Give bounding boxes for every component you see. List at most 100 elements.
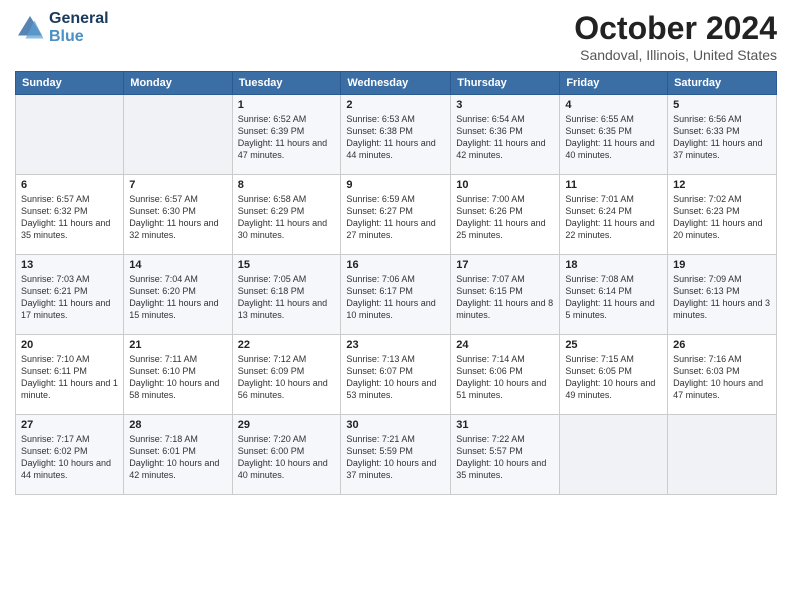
calendar-cell: 3 Sunrise: 6:54 AMSunset: 6:36 PMDaylight…: [451, 95, 560, 175]
calendar-week-row: 27Sunrise: 7:17 AMSunset: 6:02 PMDayligh…: [16, 415, 777, 495]
day-number: 23: [346, 339, 445, 351]
day-number: 21: [129, 339, 226, 351]
day-info: Sunrise: 7:12 AMSunset: 6:09 PMDaylight:…: [238, 353, 336, 402]
logo-icon: [15, 13, 45, 43]
day-info: Sunrise: 6:56 AMSunset: 6:33 PMDaylight:…: [673, 113, 771, 162]
day-info: Sunrise: 7:13 AMSunset: 6:07 PMDaylight:…: [346, 353, 445, 402]
calendar-cell: 6Sunrise: 6:57 AMSunset: 6:32 PMDaylight…: [16, 175, 124, 255]
day-info: Sunrise: 6:57 AMSunset: 6:32 PMDaylight:…: [21, 193, 118, 242]
day-number: 17: [456, 259, 554, 271]
calendar-cell: 5 Sunrise: 6:56 AMSunset: 6:33 PMDaylight…: [668, 95, 777, 175]
col-wednesday: Wednesday: [341, 72, 451, 95]
calendar-week-row: 6Sunrise: 6:57 AMSunset: 6:32 PMDaylight…: [16, 175, 777, 255]
day-info: Sunrise: 7:07 AMSunset: 6:15 PMDaylight:…: [456, 273, 554, 322]
calendar-cell: 8Sunrise: 6:58 AMSunset: 6:29 PMDaylight…: [232, 175, 341, 255]
calendar-cell: [124, 95, 232, 175]
day-number: 20: [21, 339, 118, 351]
calendar-cell: 31 Sunrise: 7:22 AMSunset: 5:57 PMDayligh…: [451, 415, 560, 495]
day-info: Sunrise: 7:01 AMSunset: 6:24 PMDaylight:…: [565, 193, 662, 242]
col-sunday: Sunday: [16, 72, 124, 95]
calendar-cell: 1 Sunrise: 6:52 AMSunset: 6:39 PMDaylight…: [232, 95, 341, 175]
col-thursday: Thursday: [451, 72, 560, 95]
calendar-cell: 22 Sunrise: 7:12 AMSunset: 6:09 PMDayligh…: [232, 335, 341, 415]
day-info: Sunrise: 7:05 AMSunset: 6:18 PMDaylight:…: [238, 273, 336, 322]
calendar-table: Sunday Monday Tuesday Wednesday Thursday…: [15, 71, 777, 495]
day-info: Sunrise: 6:55 AMSunset: 6:35 PMDaylight:…: [565, 113, 662, 162]
day-number: 3: [456, 99, 554, 111]
day-number: 13: [21, 259, 118, 271]
calendar-cell: 15 Sunrise: 7:05 AMSunset: 6:18 PMDayligh…: [232, 255, 341, 335]
calendar-cell: 4Sunrise: 6:55 AMSunset: 6:35 PMDaylight…: [560, 95, 668, 175]
day-number: 22: [238, 339, 336, 351]
day-info: Sunrise: 7:21 AMSunset: 5:59 PMDaylight:…: [346, 433, 445, 482]
day-info: Sunrise: 7:08 AMSunset: 6:14 PMDaylight:…: [565, 273, 662, 322]
calendar-cell: 26 Sunrise: 7:16 AMSunset: 6:03 PMDayligh…: [668, 335, 777, 415]
day-number: 2: [346, 99, 445, 111]
day-number: 24: [456, 339, 554, 351]
col-saturday: Saturday: [668, 72, 777, 95]
day-number: 5: [673, 99, 771, 111]
calendar-cell: 17 Sunrise: 7:07 AMSunset: 6:15 PMDayligh…: [451, 255, 560, 335]
day-number: 26: [673, 339, 771, 351]
calendar-cell: 20 Sunrise: 7:10 AMSunset: 6:11 PMDayligh…: [16, 335, 124, 415]
calendar-cell: 28Sunrise: 7:18 AMSunset: 6:01 PMDayligh…: [124, 415, 232, 495]
day-number: 18: [565, 259, 662, 271]
calendar-week-row: 13 Sunrise: 7:03 AMSunset: 6:21 PMDayligh…: [16, 255, 777, 335]
header: General Blue October 2024 Sandoval, Illi…: [15, 10, 777, 63]
day-info: Sunrise: 7:03 AMSunset: 6:21 PMDaylight:…: [21, 273, 118, 322]
calendar-cell: 11 Sunrise: 7:01 AMSunset: 6:24 PMDayligh…: [560, 175, 668, 255]
calendar-cell: 7 Sunrise: 6:57 AMSunset: 6:30 PMDaylight…: [124, 175, 232, 255]
day-info: Sunrise: 7:11 AMSunset: 6:10 PMDaylight:…: [129, 353, 226, 402]
day-info: Sunrise: 7:17 AMSunset: 6:02 PMDaylight:…: [21, 433, 118, 482]
day-info: Sunrise: 6:54 AMSunset: 6:36 PMDaylight:…: [456, 113, 554, 162]
calendar-cell: 12Sunrise: 7:02 AMSunset: 6:23 PMDayligh…: [668, 175, 777, 255]
day-number: 10: [456, 179, 554, 191]
day-number: 31: [456, 419, 554, 431]
day-info: Sunrise: 7:18 AMSunset: 6:01 PMDaylight:…: [129, 433, 226, 482]
calendar-week-row: 1 Sunrise: 6:52 AMSunset: 6:39 PMDaylight…: [16, 95, 777, 175]
calendar-cell: 21 Sunrise: 7:11 AMSunset: 6:10 PMDayligh…: [124, 335, 232, 415]
calendar-cell: [668, 415, 777, 495]
day-number: 14: [129, 259, 226, 271]
page-container: General Blue October 2024 Sandoval, Illi…: [0, 0, 792, 500]
calendar-header-row: Sunday Monday Tuesday Wednesday Thursday…: [16, 72, 777, 95]
calendar-cell: 14Sunrise: 7:04 AMSunset: 6:20 PMDayligh…: [124, 255, 232, 335]
day-info: Sunrise: 7:10 AMSunset: 6:11 PMDaylight:…: [21, 353, 118, 402]
day-number: 29: [238, 419, 336, 431]
day-info: Sunrise: 7:02 AMSunset: 6:23 PMDaylight:…: [673, 193, 771, 242]
day-number: 11: [565, 179, 662, 191]
calendar-cell: 23 Sunrise: 7:13 AMSunset: 6:07 PMDayligh…: [341, 335, 451, 415]
calendar-cell: 30 Sunrise: 7:21 AMSunset: 5:59 PMDayligh…: [341, 415, 451, 495]
calendar-cell: 13 Sunrise: 7:03 AMSunset: 6:21 PMDayligh…: [16, 255, 124, 335]
day-info: Sunrise: 7:22 AMSunset: 5:57 PMDaylight:…: [456, 433, 554, 482]
calendar-cell: [16, 95, 124, 175]
day-number: 7: [129, 179, 226, 191]
day-info: Sunrise: 7:14 AMSunset: 6:06 PMDaylight:…: [456, 353, 554, 402]
day-info: Sunrise: 7:09 AMSunset: 6:13 PMDaylight:…: [673, 273, 771, 322]
calendar-cell: 29 Sunrise: 7:20 AMSunset: 6:00 PMDayligh…: [232, 415, 341, 495]
day-number: 8: [238, 179, 336, 191]
day-number: 19: [673, 259, 771, 271]
day-number: 16: [346, 259, 445, 271]
day-number: 30: [346, 419, 445, 431]
calendar-cell: 27Sunrise: 7:17 AMSunset: 6:02 PMDayligh…: [16, 415, 124, 495]
title-block: October 2024 Sandoval, Illinois, United …: [574, 10, 777, 63]
day-number: 1: [238, 99, 336, 111]
calendar-cell: 24 Sunrise: 7:14 AMSunset: 6:06 PMDayligh…: [451, 335, 560, 415]
calendar-cell: 2Sunrise: 6:53 AMSunset: 6:38 PMDaylight…: [341, 95, 451, 175]
logo: General Blue: [15, 10, 109, 46]
calendar-cell: 18 Sunrise: 7:08 AMSunset: 6:14 PMDayligh…: [560, 255, 668, 335]
day-info: Sunrise: 7:06 AMSunset: 6:17 PMDaylight:…: [346, 273, 445, 322]
col-tuesday: Tuesday: [232, 72, 341, 95]
location: Sandoval, Illinois, United States: [574, 47, 777, 63]
calendar-cell: 10 Sunrise: 7:00 AMSunset: 6:26 PMDayligh…: [451, 175, 560, 255]
day-info: Sunrise: 6:57 AMSunset: 6:30 PMDaylight:…: [129, 193, 226, 242]
day-number: 15: [238, 259, 336, 271]
day-info: Sunrise: 7:20 AMSunset: 6:00 PMDaylight:…: [238, 433, 336, 482]
day-info: Sunrise: 7:16 AMSunset: 6:03 PMDaylight:…: [673, 353, 771, 402]
day-info: Sunrise: 7:00 AMSunset: 6:26 PMDaylight:…: [456, 193, 554, 242]
month-title: October 2024: [574, 10, 777, 47]
day-number: 25: [565, 339, 662, 351]
col-monday: Monday: [124, 72, 232, 95]
day-info: Sunrise: 6:52 AMSunset: 6:39 PMDaylight:…: [238, 113, 336, 162]
